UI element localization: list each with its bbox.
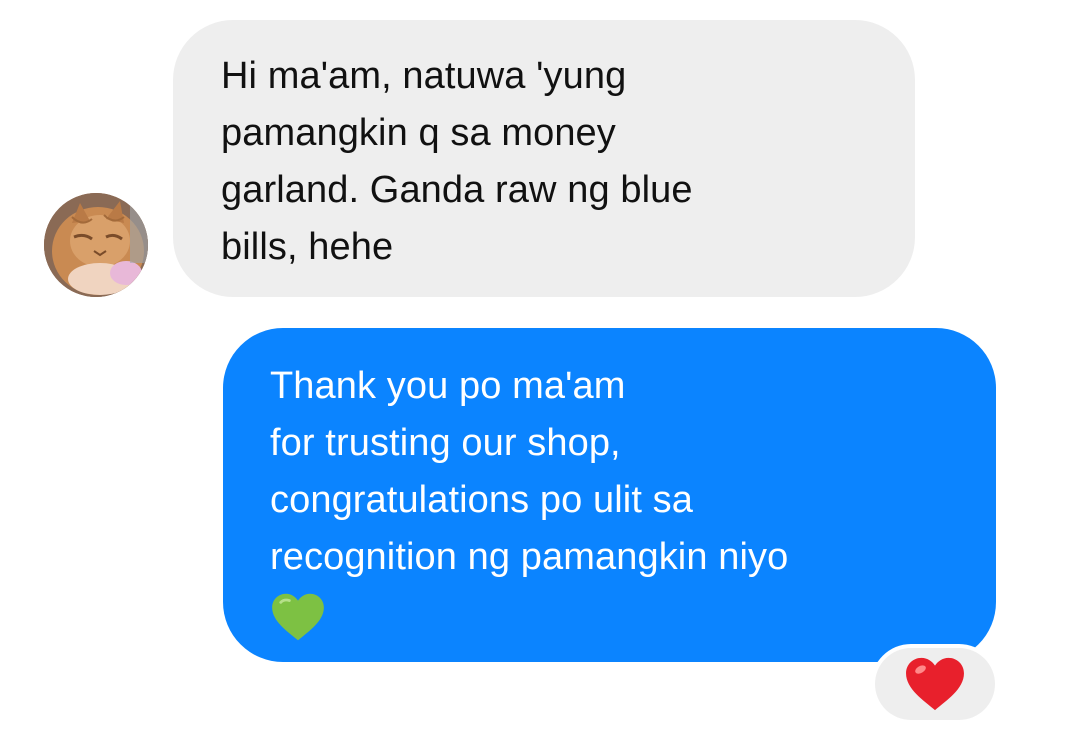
message-line: congratulations po ulit sa	[270, 479, 693, 521]
message-emoji-line	[270, 586, 956, 643]
message-line: bills, hehe	[221, 226, 394, 268]
green-heart-icon	[272, 593, 324, 641]
red-heart-icon	[906, 657, 964, 711]
message-line: recognition ng pamangkin niyo	[270, 536, 789, 578]
cat-photo-icon	[44, 193, 148, 297]
message-reaction[interactable]	[875, 648, 995, 720]
message-line: Thank you po ma'am	[270, 365, 626, 407]
message-line: Hi ma'am, natuwa 'yung	[221, 55, 627, 97]
message-line: for trusting our shop,	[270, 422, 621, 464]
message-line: pamangkin q sa money	[221, 112, 616, 154]
outgoing-message-bubble[interactable]: Thank you po ma'am for trusting our shop…	[223, 328, 996, 662]
incoming-message-bubble[interactable]: Hi ma'am, natuwa 'yung pamangkin q sa mo…	[173, 20, 915, 297]
avatar[interactable]	[44, 193, 148, 297]
message-line: garland. Ganda raw ng blue	[221, 169, 693, 211]
chat-thread: Hi ma'am, natuwa 'yung pamangkin q sa mo…	[0, 0, 1079, 739]
